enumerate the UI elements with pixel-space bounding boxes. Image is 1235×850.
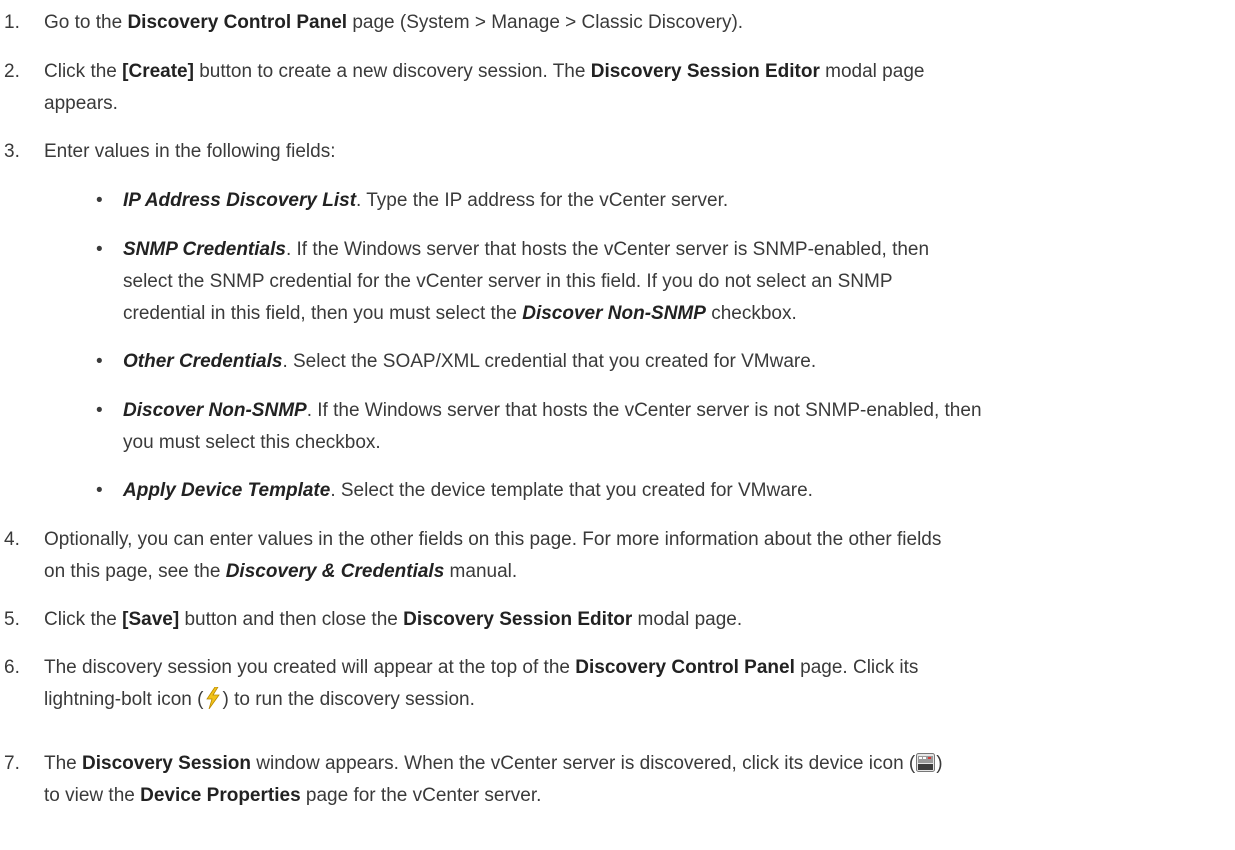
bullet-icon: • [96, 351, 103, 372]
step-6: 6. The discovery session you created wil… [4, 652, 1224, 716]
lightning-bolt-icon [204, 686, 221, 710]
field-text: Other Credentials. Select the SOAP/XML c… [123, 346, 1216, 378]
field-text: Apply Device Template. Select the device… [123, 475, 1216, 507]
text: window appears. When the vCenter server … [251, 753, 916, 774]
bullet-icon: • [96, 239, 103, 260]
field-item-other-credentials: • Other Credentials. Select the SOAP/XML… [96, 346, 1216, 378]
text: button to create a new discovery session… [193, 61, 591, 82]
step-number: 7. [4, 753, 20, 774]
step-4: 4. Optionally, you can enter values in t… [4, 524, 1224, 588]
text: Go to the [44, 12, 128, 33]
step-text: Click the [Save] button and then close t… [44, 604, 1224, 636]
text: modal page [819, 61, 925, 82]
page-name: Device Properties [140, 785, 301, 806]
bullet-icon: • [96, 190, 103, 211]
text: select the SNMP credential for the vCent… [123, 271, 893, 292]
step-3: 3. Enter values in the following fields: [4, 136, 1224, 168]
field-text: IP Address Discovery List. Type the IP a… [123, 185, 1216, 217]
text: . Select the SOAP/XML credential that yo… [282, 351, 817, 372]
step-number: 5. [4, 609, 20, 630]
button-name: [Create] [122, 61, 194, 82]
text: Enter values in the following fields: [44, 141, 336, 162]
page-name: Discovery Control Panel [127, 12, 348, 33]
field-name: IP Address Discovery List [123, 190, 357, 211]
text: to view the [44, 785, 141, 806]
text: button and then close the [179, 609, 404, 630]
text: page. Click its [794, 657, 919, 678]
step-text: Click the [Create] button to create a ne… [44, 56, 1224, 120]
field-item-ip-address: • IP Address Discovery List. Type the IP… [96, 185, 1216, 217]
text: ) [936, 753, 943, 774]
window-name: Discovery Session [82, 753, 252, 774]
page-name: Discovery Session Editor [403, 609, 633, 630]
field-item-discover-non-snmp: • Discover Non-SNMP. If the Windows serv… [96, 395, 1216, 459]
text: credential in this field, then you must … [123, 303, 523, 324]
step-number: 2. [4, 61, 20, 82]
device-icon [916, 751, 936, 772]
step-text: Optionally, you can enter values in the … [44, 524, 1224, 588]
text: . If the Windows server that hosts the v… [306, 400, 982, 421]
text: . Type the IP address for the vCenter se… [356, 190, 729, 211]
text: Click the [44, 609, 123, 630]
field-item-apply-device-template: • Apply Device Template. Select the devi… [96, 475, 1216, 507]
page-name: Discovery Session Editor [590, 61, 820, 82]
step-number: 1. [4, 12, 20, 33]
step-7: 7. The Discovery Session window appears.… [4, 748, 1224, 812]
step-5: 5. Click the [Save] button and then clos… [4, 604, 1224, 636]
text: you must select this checkbox. [123, 432, 381, 453]
manual-name: Discovery & Credentials [225, 561, 445, 582]
text: appears. [44, 93, 118, 114]
text: checkbox. [705, 303, 797, 324]
field-name: SNMP Credentials [123, 239, 286, 260]
text: modal page. [632, 609, 743, 630]
step-text: Go to the Discovery Control Panel page (… [44, 7, 1224, 39]
text: on this page, see the [44, 561, 226, 582]
text: page (System > Manage > Classic Discover… [347, 12, 744, 33]
text: manual. [444, 561, 518, 582]
step-number: 6. [4, 657, 20, 678]
field-item-snmp-credentials: • SNMP Credentials. If the Windows serve… [96, 234, 1216, 330]
button-name: [Save] [122, 609, 180, 630]
text: The discovery session you created will a… [44, 657, 576, 678]
step-2: 2. Click the [Create] button to create a… [4, 56, 1224, 120]
text: lightning-bolt icon ( [44, 689, 204, 710]
text: page for the vCenter server. [300, 785, 542, 806]
step-number: 3. [4, 141, 20, 162]
bullet-icon: • [96, 480, 103, 501]
step-number: 4. [4, 529, 20, 550]
field-name: Discover Non-SNMP [123, 400, 307, 421]
text: . Select the device template that you cr… [330, 480, 813, 501]
field-name: Discover Non-SNMP [522, 303, 706, 324]
field-name: Other Credentials [123, 351, 283, 372]
field-name: Apply Device Template [123, 480, 331, 501]
bullet-icon: • [96, 400, 103, 421]
text: ) to run the discovery session. [222, 689, 475, 710]
text: Click the [44, 61, 123, 82]
text: . If the Windows server that hosts the v… [285, 239, 930, 260]
procedure-document: 1. Go to the Discovery Control Panel pag… [0, 0, 1235, 850]
step-text: Enter values in the following fields: [44, 136, 1224, 168]
step-text: The discovery session you created will a… [44, 652, 1224, 716]
field-text: SNMP Credentials. If the Windows server … [123, 234, 1216, 330]
text: Optionally, you can enter values in the … [44, 529, 942, 550]
text: The [44, 753, 83, 774]
page-name: Discovery Control Panel [575, 657, 795, 678]
field-text: Discover Non-SNMP. If the Windows server… [123, 395, 1216, 459]
step-text: The Discovery Session window appears. Wh… [44, 748, 1224, 812]
step-1: 1. Go to the Discovery Control Panel pag… [4, 7, 1224, 39]
